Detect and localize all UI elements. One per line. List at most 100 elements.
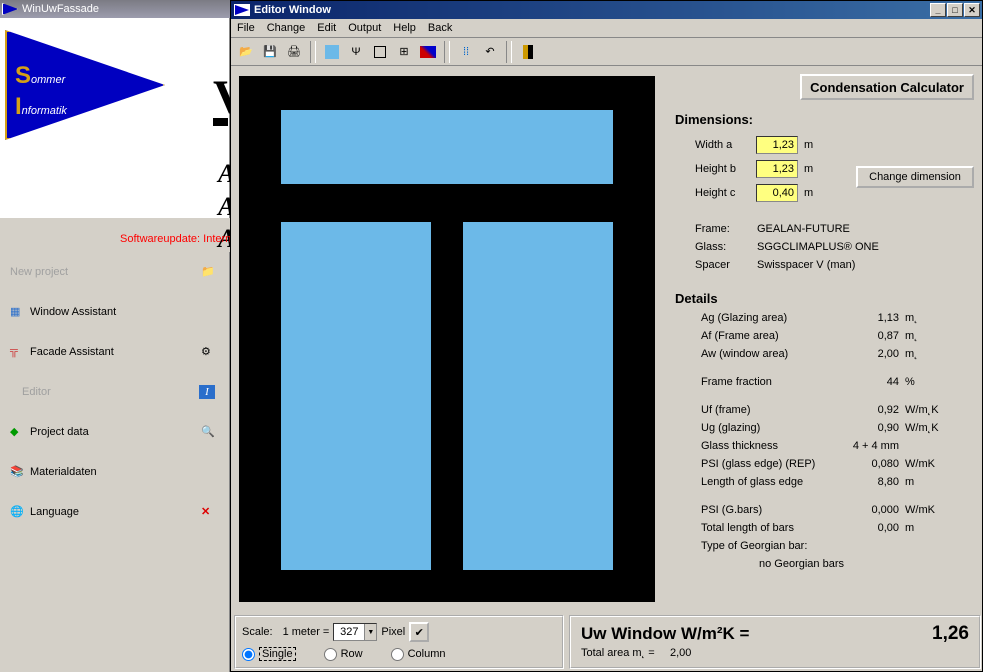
print-icon: 🖨 [287, 45, 301, 58]
menu-back[interactable]: Back [428, 22, 452, 34]
detail-value [851, 540, 899, 558]
detail-key: PSI (glass edge) (REP) [701, 458, 851, 476]
door-icon [523, 45, 533, 59]
tool-dots[interactable]: ⁞⁞ [455, 41, 477, 63]
sidebar-item-materialdaten[interactable]: 📚Materialdaten [0, 452, 229, 492]
sidebar-item-label: Project data [30, 426, 89, 438]
dim-width-input[interactable] [756, 136, 798, 154]
globe-icon: 🌐 [10, 505, 24, 519]
tool-grid[interactable]: ⊞ [393, 41, 415, 63]
editor-titlebar[interactable]: Editor Window _ □ ✕ [231, 1, 982, 19]
menu-help[interactable]: Help [393, 22, 416, 34]
glass-pane-bottom-left[interactable] [281, 222, 431, 570]
tool-psi[interactable]: Ψ [345, 41, 367, 63]
maximize-button[interactable]: □ [947, 3, 963, 17]
detail-key: Total length of bars [701, 522, 851, 540]
detail-key: PSI (G.bars) [701, 504, 851, 522]
minimize-button[interactable]: _ [930, 3, 946, 17]
condensation-calculator-button[interactable]: Condensation Calculator [800, 74, 974, 100]
undo-button[interactable]: ↶ [479, 41, 501, 63]
detail-key: Uf (frame) [701, 404, 851, 422]
save-button[interactable]: 💾 [259, 41, 281, 63]
folder-icon: 📁 [201, 265, 215, 279]
sidebar-item-window-assistant[interactable]: ▦Window Assistant [0, 292, 229, 332]
menu-output[interactable]: Output [348, 22, 381, 34]
scale-value-input[interactable] [334, 624, 364, 640]
dim-height-b-input[interactable] [756, 160, 798, 178]
sidebar-item-language[interactable]: 🌐Language ✕ [0, 492, 229, 532]
scatter-icon: ⁞⁞ [463, 46, 469, 58]
radio-single[interactable]: Single [242, 647, 296, 661]
sidebar-item-project-data[interactable]: ◆ Project data 🔍 [0, 412, 229, 452]
menu-file[interactable]: File [237, 22, 255, 34]
print-button[interactable]: 🖨 [283, 41, 305, 63]
detail-value: 1,13 [851, 312, 899, 330]
sidebar-item-label: Editor [22, 386, 51, 398]
detail-key: Length of glass edge [701, 476, 851, 494]
menu-edit[interactable]: Edit [317, 22, 336, 34]
scale-panel: Scale: 1 meter = ▼ Pixel ✔ Single Row Co… [234, 615, 564, 669]
search-icon: 🔍 [201, 425, 215, 439]
editor-toolbar: 📂 💾 🖨 Ψ ⊞ ⁞⁞ ↶ [231, 38, 982, 66]
detail-unit: m [905, 476, 914, 494]
sidebar-item-facade-assistant[interactable]: ╦Facade Assistant ⚙ [0, 332, 229, 372]
change-dimension-button[interactable]: Change dimension [856, 166, 974, 188]
frame-label: Frame: [695, 223, 757, 241]
app-flag-icon [2, 3, 18, 15]
detail-key: Aw (window area) [701, 348, 851, 366]
window-canvas-wrap [231, 66, 661, 608]
chevron-down-icon[interactable]: ▼ [364, 624, 376, 640]
detail-unit: m˛ [905, 312, 918, 330]
scale-combo[interactable]: ▼ [333, 623, 377, 641]
detail-key: Frame fraction [701, 376, 851, 394]
sidebar-item-new-project[interactable]: New project 📁 [0, 252, 229, 292]
glass-pane-bottom-right[interactable] [463, 222, 613, 570]
scale-apply-button[interactable]: ✔ [409, 622, 429, 642]
glass-pane-top[interactable] [281, 110, 613, 184]
window-preview-canvas[interactable] [239, 76, 655, 602]
editor-flag-icon [234, 4, 250, 16]
data-icon: ◆ [10, 425, 24, 439]
folder-open-icon: 📂 [239, 45, 253, 58]
menu-change[interactable]: Change [267, 22, 306, 34]
open-button[interactable]: 📂 [235, 41, 257, 63]
outline-icon [374, 46, 386, 58]
detail-row: Total length of bars0,00m [701, 522, 972, 540]
detail-row: Frame fraction44% [701, 376, 972, 394]
detail-value: 2,00 [851, 348, 899, 366]
spacer-value: Swisspacer V (man) [757, 259, 855, 277]
detail-value: 44 [851, 376, 899, 394]
detail-value: 0,92 [851, 404, 899, 422]
detail-key: Glass thickness [701, 440, 851, 458]
undo-icon: ↶ [485, 45, 494, 58]
glass-label: Glass: [695, 241, 757, 259]
logo-panel: Sommer Informatik V AAA [0, 18, 230, 218]
facade-icon: ╦ [10, 345, 24, 359]
close-button[interactable]: ✕ [964, 3, 980, 17]
window-grid-icon: ▦ [10, 305, 24, 319]
uw-value: 1,26 [932, 623, 969, 645]
tool-flag[interactable] [417, 41, 439, 63]
main-app-titlebar: WinUwFassade [0, 0, 230, 18]
sidebar-item-editor[interactable]: Editor I [0, 372, 229, 412]
tool-exit[interactable] [517, 41, 539, 63]
radio-column[interactable]: Column [391, 648, 446, 661]
details-heading: Details [675, 291, 972, 306]
tool-fill[interactable] [321, 41, 343, 63]
dim-height-c-label: Height c [695, 187, 750, 199]
tool-outline[interactable] [369, 41, 391, 63]
cropped-rule [213, 118, 228, 126]
dim-height-c-input[interactable] [756, 184, 798, 202]
detail-unit: W/mK [905, 504, 935, 522]
result-panel: Uw Window W/m²K = 1,26 Total area m˛ = 2… [569, 615, 981, 669]
detail-row: Length of glass edge8,80m [701, 476, 972, 494]
editor-menubar: File Change Edit Output Help Back [231, 19, 982, 38]
detail-key: Ag (Glazing area) [701, 312, 851, 330]
detail-value: 4 + 4 mm [851, 440, 899, 458]
radio-row[interactable]: Row [324, 648, 363, 661]
detail-row: Ug (glazing)0,90W/m˛K [701, 422, 972, 440]
detail-row: PSI (G.bars)0,000W/mK [701, 504, 972, 522]
scale-label: Scale: [242, 626, 273, 638]
detail-value: 0,080 [851, 458, 899, 476]
detail-row: no Georgian bars [701, 558, 972, 576]
